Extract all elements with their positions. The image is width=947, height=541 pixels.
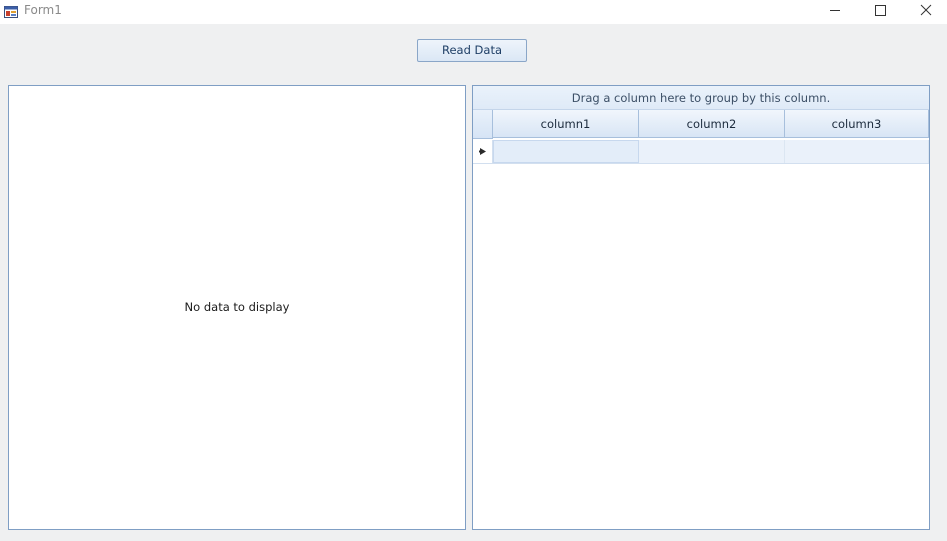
close-icon xyxy=(920,4,932,16)
row-indicator[interactable] xyxy=(473,140,493,163)
maximize-icon xyxy=(875,5,886,16)
group-by-panel[interactable]: Drag a column here to group by this colu… xyxy=(473,86,929,110)
left-data-panel[interactable]: No data to display xyxy=(8,85,466,530)
table-row[interactable] xyxy=(473,140,929,164)
row-indicator-header xyxy=(473,110,493,139)
no-data-message: No data to display xyxy=(184,300,290,314)
form-app-icon[interactable] xyxy=(4,4,18,18)
form-window: Form1 Read Data No data to display Drag … xyxy=(0,0,947,541)
minimize-button[interactable] xyxy=(812,0,858,22)
column-header-column2[interactable]: column2 xyxy=(639,110,785,138)
table-cell-column3[interactable] xyxy=(785,140,929,163)
maximize-button[interactable] xyxy=(858,0,904,22)
grid-header-row: column1 column2 column3 xyxy=(473,110,929,139)
table-cell-column1[interactable] xyxy=(493,140,639,163)
column-header-column1[interactable]: column1 xyxy=(493,110,639,138)
title-bar: Form1 xyxy=(0,0,947,24)
column-header-column3[interactable]: column3 xyxy=(785,110,929,138)
read-data-button[interactable]: Read Data xyxy=(417,39,527,62)
data-grid[interactable]: Drag a column here to group by this colu… xyxy=(472,85,930,530)
table-cell-column2[interactable] xyxy=(639,140,785,163)
minimize-icon xyxy=(830,10,840,11)
close-button[interactable] xyxy=(903,0,947,22)
current-row-arrow-icon xyxy=(479,148,486,155)
window-title: Form1 xyxy=(24,3,62,17)
